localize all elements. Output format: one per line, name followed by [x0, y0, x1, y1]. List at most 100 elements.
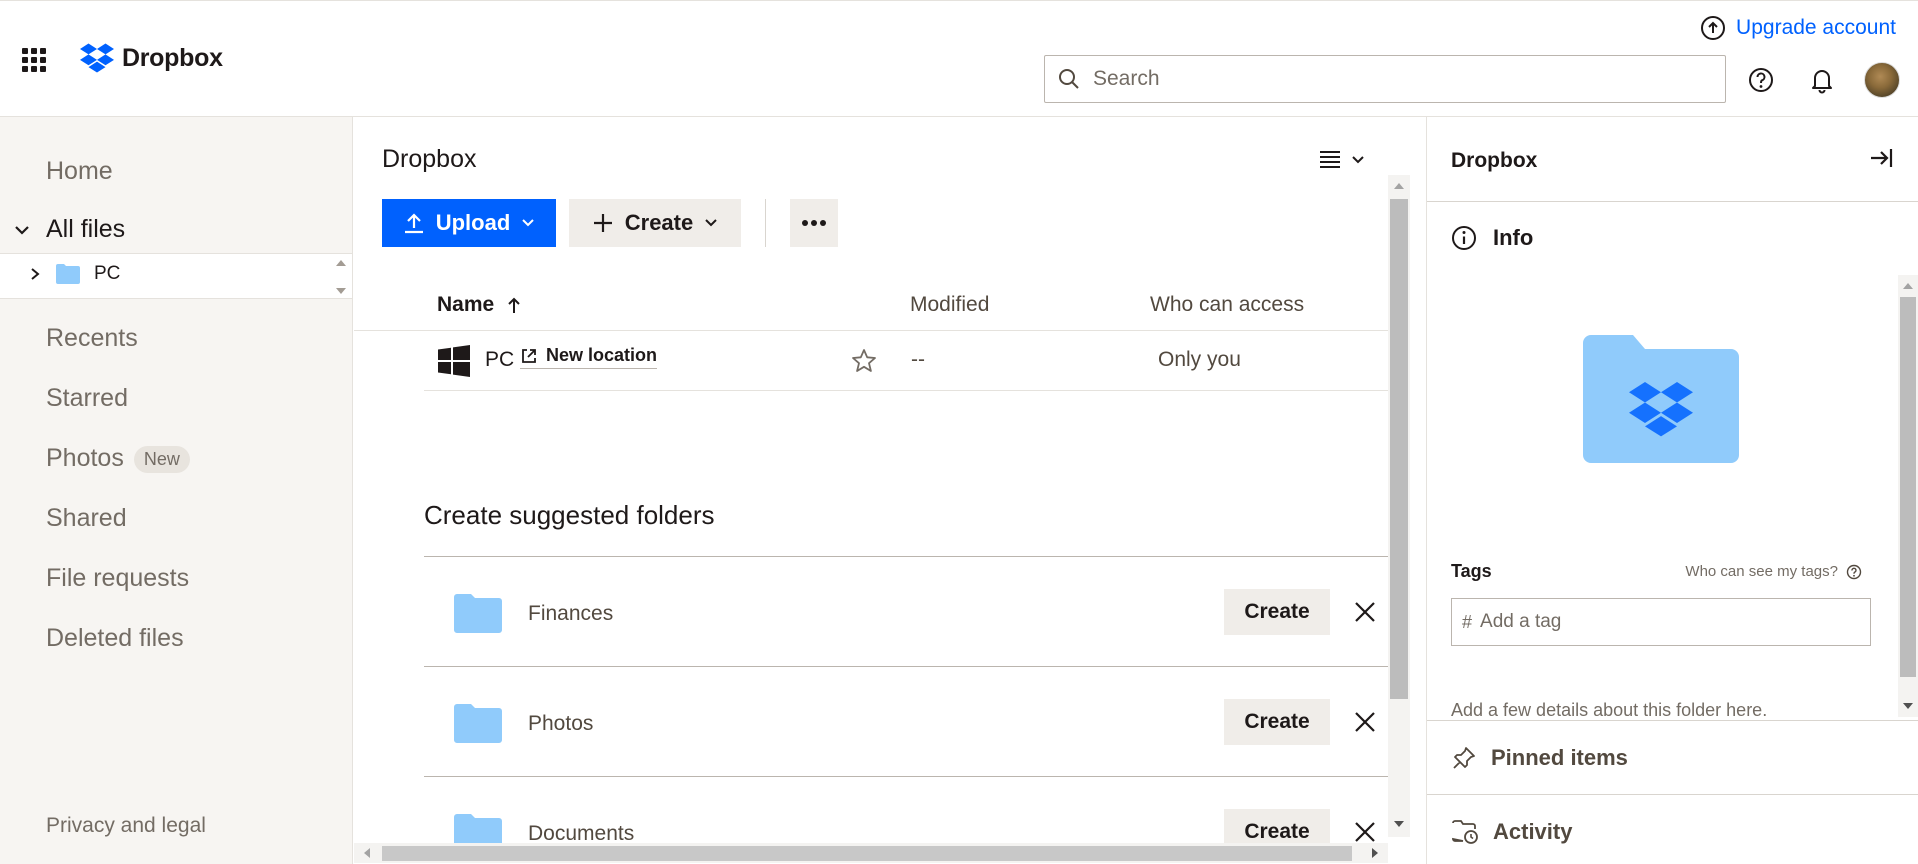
suggested-folder-name: Finances	[528, 602, 614, 625]
folder-activity-icon	[1452, 820, 1478, 844]
vertical-scrollbar[interactable]	[1388, 175, 1410, 837]
panel-divider	[1427, 201, 1918, 202]
privacy-legal-link[interactable]: Privacy and legal	[46, 814, 206, 838]
tags-help-text: Who can see my tags?	[1685, 563, 1838, 580]
pinned-items-label: Pinned items	[1491, 745, 1628, 770]
scroll-down-arrow-icon[interactable]	[1394, 821, 1404, 829]
scroll-up-arrow-icon[interactable]	[336, 258, 346, 266]
create-suggested-folder-button[interactable]: Create	[1224, 699, 1330, 745]
file-access: Only you	[1158, 348, 1241, 371]
suggested-folder-name: Documents	[528, 822, 635, 843]
sidebar-item-all-files[interactable]: All files	[12, 215, 125, 244]
toolbar-divider	[765, 199, 766, 247]
vertical-scroll-thumb[interactable]	[1390, 199, 1408, 699]
panel-title: Dropbox	[1451, 149, 1538, 172]
chevron-down-icon[interactable]	[12, 220, 32, 240]
upgrade-account-link[interactable]: Upgrade account	[1700, 15, 1896, 41]
suggested-folder-row: Photos Create	[424, 666, 1388, 776]
view-toggle[interactable]	[1318, 149, 1366, 171]
scroll-down-arrow-icon[interactable]	[336, 288, 346, 296]
close-icon	[1355, 712, 1375, 732]
close-icon	[1355, 822, 1375, 842]
dismiss-suggestion-button[interactable]	[1350, 597, 1380, 627]
tags-help-link[interactable]: Who can see my tags?	[1685, 563, 1862, 580]
column-header-modified[interactable]: Modified	[910, 293, 989, 317]
main-content: Dropbox Upload Create Name Modified Who …	[354, 117, 1426, 864]
all-files-label: All files	[46, 215, 126, 243]
help-icon[interactable]	[1746, 65, 1776, 95]
scroll-right-arrow-icon[interactable]	[1372, 848, 1380, 858]
dropbox-logo[interactable]: Dropbox	[80, 43, 223, 73]
sidebar-item-photos[interactable]: Photos New	[46, 444, 190, 473]
create-label: Create	[624, 210, 694, 235]
panel-scrollbar[interactable]	[1898, 275, 1918, 717]
activity-label: Activity	[1493, 819, 1573, 844]
logo-text: Dropbox	[122, 43, 223, 72]
dismiss-suggestion-button[interactable]	[1350, 707, 1380, 737]
tag-input[interactable]	[1480, 611, 1861, 633]
dropbox-folder-icon	[1583, 335, 1739, 463]
info-icon	[1452, 226, 1476, 250]
help-icon	[1846, 564, 1862, 579]
dropbox-logo-icon	[80, 43, 114, 73]
close-icon	[1355, 602, 1375, 622]
sidebar-item-recents[interactable]: Recents	[46, 324, 138, 353]
tree-item-pc[interactable]: PC	[28, 263, 120, 285]
scroll-left-arrow-icon[interactable]	[362, 848, 370, 858]
sidebar-item-deleted-files[interactable]: Deleted files	[46, 624, 184, 653]
create-button[interactable]: Create	[569, 199, 741, 247]
collapse-panel-icon[interactable]	[1868, 145, 1894, 171]
tree-scrollbar[interactable]	[334, 258, 348, 296]
tag-field[interactable]: #	[1451, 598, 1871, 646]
scroll-up-arrow-icon[interactable]	[1903, 281, 1913, 289]
pinned-items-section[interactable]: Pinned items	[1451, 745, 1628, 771]
upload-button[interactable]: Upload	[382, 199, 556, 247]
tree-item-label: PC	[94, 263, 121, 284]
scroll-up-arrow-icon[interactable]	[1394, 181, 1404, 189]
suggested-folder-name: Photos	[528, 712, 594, 735]
column-header-access[interactable]: Who can access	[1150, 293, 1304, 317]
new-location-link[interactable]: New location	[520, 345, 658, 369]
avatar[interactable]	[1864, 62, 1900, 98]
folder-tree: PC	[0, 253, 352, 299]
notifications-bell-icon[interactable]	[1807, 65, 1837, 95]
dismiss-suggestion-button[interactable]	[1350, 817, 1380, 843]
create-suggested-folder-button[interactable]: Create	[1224, 589, 1330, 635]
sidebar-item-shared[interactable]: Shared	[46, 504, 127, 533]
star-icon[interactable]	[850, 347, 878, 375]
horizontal-scroll-thumb[interactable]	[382, 846, 1352, 861]
info-section-header[interactable]: Info	[1451, 225, 1533, 251]
panel-scroll-thumb[interactable]	[1900, 297, 1916, 677]
tags-label: Tags	[1451, 561, 1492, 581]
chevron-down-icon	[1352, 156, 1364, 164]
details-panel: Dropbox Info Tags Who can see my tags? #…	[1426, 117, 1918, 864]
activity-section[interactable]: Activity	[1451, 819, 1572, 845]
search-input[interactable]	[1093, 67, 1693, 91]
plus-icon	[593, 214, 612, 232]
pin-icon	[1453, 747, 1475, 769]
folder-icon	[454, 704, 502, 743]
page-title: Dropbox	[382, 145, 477, 173]
chevron-right-icon[interactable]	[28, 267, 42, 281]
sidebar-item-starred[interactable]: Starred	[46, 384, 128, 413]
sidebar-item-home[interactable]: Home	[46, 157, 113, 186]
search-icon	[1059, 69, 1079, 89]
more-options-button[interactable]	[790, 199, 838, 247]
search-box[interactable]	[1044, 55, 1726, 103]
horizontal-scrollbar[interactable]	[354, 843, 1388, 863]
table-row[interactable]: PC New location -- Only you	[424, 331, 1388, 391]
sidebar-item-file-requests[interactable]: File requests	[46, 564, 189, 593]
column-header-name[interactable]: Name	[437, 293, 522, 317]
suggested-folder-row: Documents Create	[424, 776, 1388, 843]
new-badge: New	[133, 445, 190, 473]
scroll-down-arrow-icon[interactable]	[1903, 703, 1913, 711]
upload-label: Upload	[435, 210, 511, 235]
file-name[interactable]: PC	[485, 348, 514, 372]
folder-description[interactable]: Add a few details about this folder here…	[1451, 700, 1767, 721]
create-suggested-folder-button[interactable]: Create	[1224, 809, 1330, 843]
more-horizontal-icon	[802, 220, 826, 226]
app-grid-icon[interactable]	[22, 48, 46, 72]
sort-ascending-arrow-icon	[508, 297, 520, 313]
upload-icon	[404, 213, 423, 234]
folder-icon	[56, 264, 80, 284]
